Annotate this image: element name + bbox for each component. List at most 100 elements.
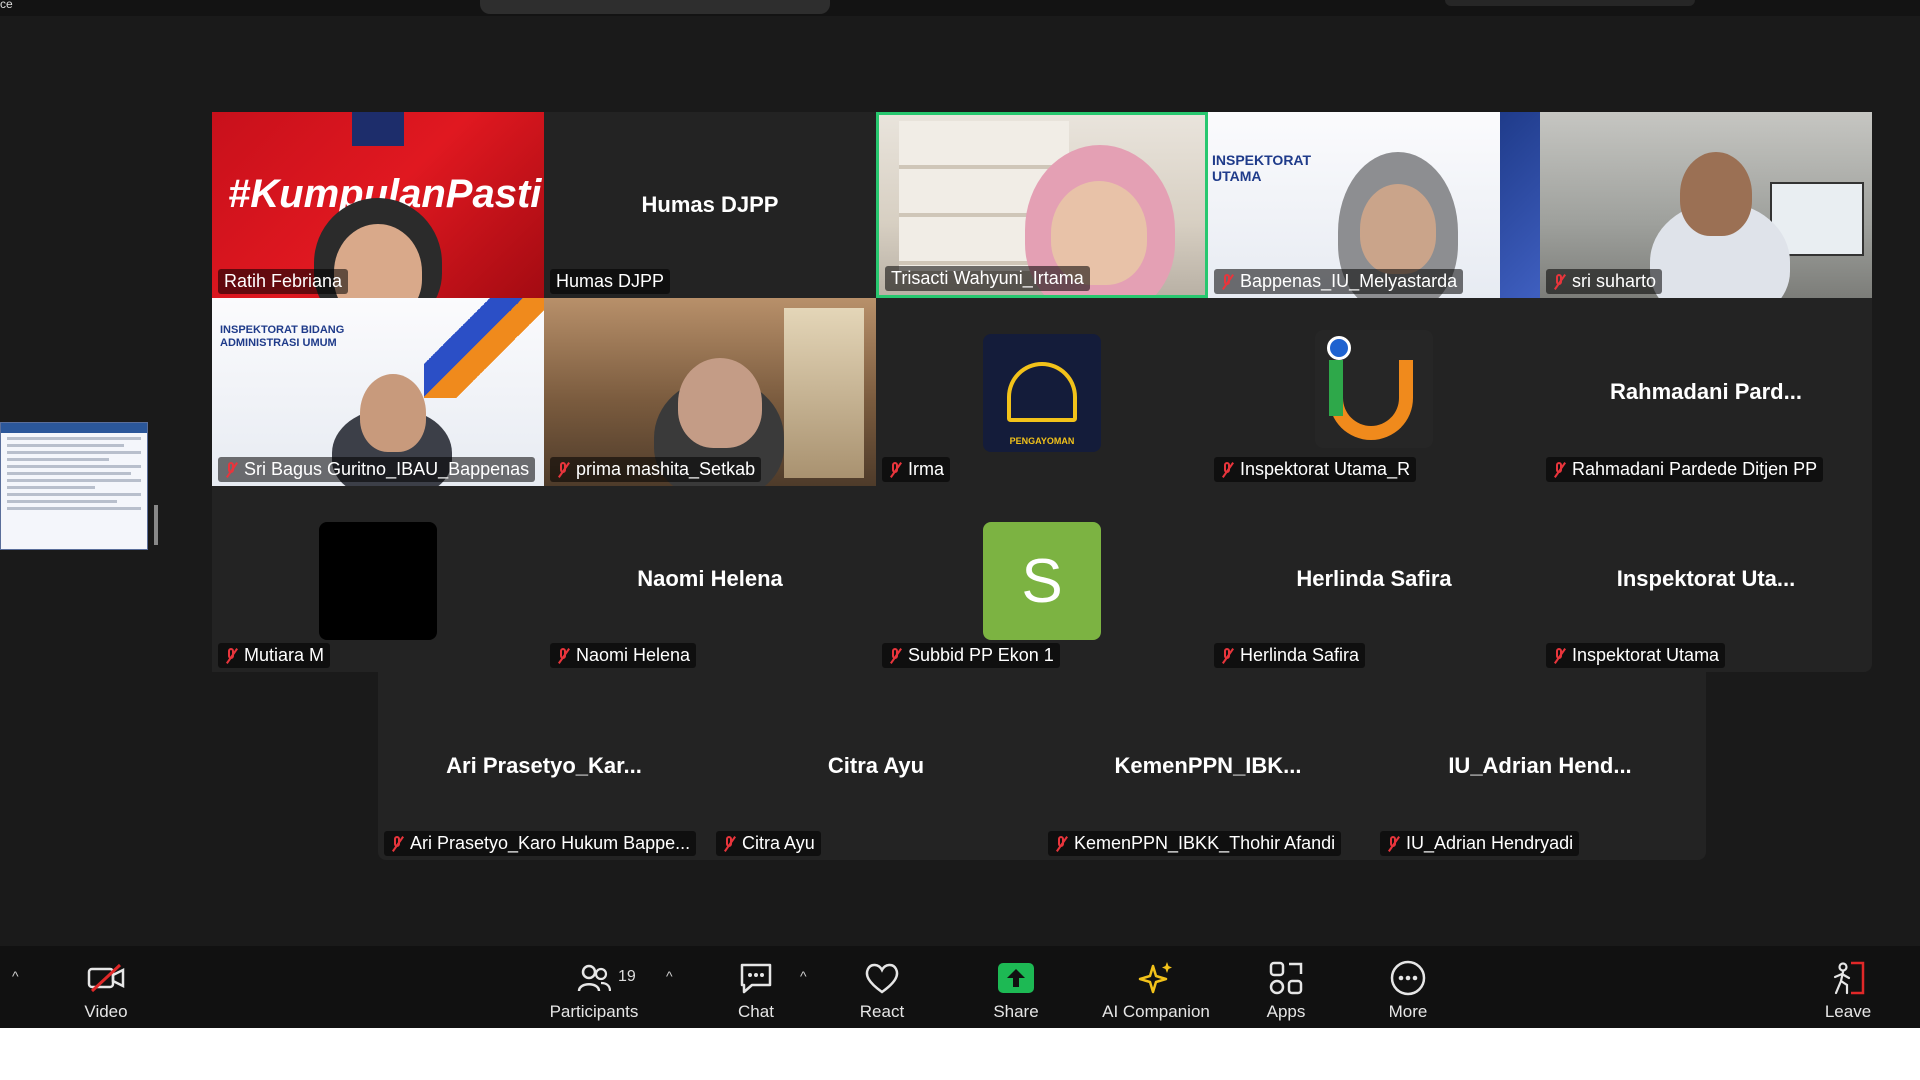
apps-icon: [1268, 958, 1304, 998]
video-tile[interactable]: Inspektorat Utama_R: [1208, 298, 1540, 486]
banner-stripe: [1500, 112, 1540, 298]
video-tile[interactable]: prima mashita_Setkab: [544, 298, 876, 486]
participant-nameplate: Sri Bagus Guritno_IBAU_Bappenas: [218, 457, 536, 482]
letter-avatar: S: [983, 522, 1101, 640]
participant-face: [360, 374, 426, 452]
top-right-pill[interactable]: [1445, 0, 1695, 6]
leave-door-icon: [1829, 958, 1867, 998]
muted-mic-icon: [556, 461, 570, 479]
muted-mic-icon: [1220, 461, 1234, 479]
tile-overlay-text: INSPEKTORAT BIDANG ADMINISTRASI UMUM: [220, 324, 345, 349]
muted-mic-icon: [390, 835, 404, 853]
participant-face: [678, 358, 762, 448]
shared-document-thumbnail[interactable]: [0, 422, 148, 550]
video-tile[interactable]: PENGAYOMAN Irma: [876, 298, 1208, 486]
chat-icon: [738, 958, 774, 998]
meeting-window: ce #KumpulanPasti Ratih Febriana Humas D…: [0, 0, 1920, 1028]
participant-nameplate: Trisacti Wahyuni_Irtama: [885, 266, 1090, 291]
participant-nameplate: prima mashita_Setkab: [550, 457, 762, 482]
video-tile[interactable]: Inspektorat Uta... Inspektorat Utama: [1540, 486, 1872, 672]
video-off-icon: [86, 958, 126, 998]
video-tile[interactable]: KemenPPN_IBK... KemenPPN_IBKK_Thohir Afa…: [1042, 672, 1374, 860]
muted-mic-icon: [1552, 647, 1566, 665]
sparkle-icon: [1137, 958, 1175, 998]
chat-caret-icon[interactable]: ^: [800, 968, 807, 984]
document-toolbar: [1, 423, 147, 433]
participant-center-name: IU_Adrian Hend...: [1448, 753, 1632, 778]
video-tile[interactable]: Herlinda Safira Herlinda Safira: [1208, 486, 1540, 672]
muted-mic-icon: [888, 461, 902, 479]
participant-nameplate: Rahmadani Pardede Ditjen PP: [1546, 457, 1824, 482]
pengayoman-logo-icon: PENGAYOMAN: [983, 334, 1101, 452]
video-tile-active-speaker[interactable]: Trisacti Wahyuni_Irtama: [876, 112, 1208, 298]
video-tile[interactable]: IU_Adrian Hend... IU_Adrian Hendryadi: [1374, 672, 1706, 860]
share-button[interactable]: Share: [986, 946, 1046, 1028]
heart-icon: [863, 958, 901, 998]
video-tile[interactable]: Rahmadani Pard... Rahmadani Pardede Ditj…: [1540, 298, 1872, 486]
blank-avatar: [319, 522, 437, 640]
participant-face: [1360, 184, 1436, 274]
audio-options-caret-icon[interactable]: ^: [12, 968, 19, 984]
video-tile[interactable]: #KumpulanPasti Ratih Febriana: [212, 112, 544, 298]
emblem-shape: [1007, 362, 1077, 422]
ai-companion-button[interactable]: AI Companion: [1096, 946, 1216, 1028]
video-tile[interactable]: Naomi Helena Naomi Helena: [544, 486, 876, 672]
top-center-pill[interactable]: [480, 0, 830, 14]
video-tile[interactable]: INSPEKTORAT UTAMA Bappenas_IU_Melyastard…: [1208, 112, 1540, 298]
participant-nameplate: Subbid PP Ekon 1: [882, 643, 1060, 668]
participant-nameplate: KemenPPN_IBKK_Thohir Afandi: [1048, 831, 1342, 856]
banner-graphic: [424, 298, 544, 398]
apps-button[interactable]: Apps: [1256, 946, 1316, 1028]
more-icon: [1389, 958, 1427, 998]
participant-center-name: Ari Prasetyo_Kar...: [446, 753, 642, 778]
participant-nameplate: Bappenas_IU_Melyastarda: [1214, 269, 1464, 294]
participants-button[interactable]: Participants: [546, 946, 642, 1028]
muted-mic-icon: [1220, 273, 1234, 291]
participant-nameplate: Ari Prasetyo_Karo Hukum Bappe...: [384, 831, 697, 856]
window-title-fragment: ce: [0, 0, 13, 11]
participant-center-name: Herlinda Safira: [1296, 566, 1452, 591]
participant-face: [1680, 152, 1752, 236]
meeting-toolbar: ^ Video Participants 19 ^ Chat ^ React S…: [0, 946, 1920, 1028]
video-tile[interactable]: S Subbid PP Ekon 1: [876, 486, 1208, 672]
leave-button[interactable]: Leave: [1818, 946, 1878, 1028]
video-tile[interactable]: Mutiara M: [212, 486, 544, 672]
iu-logo-icon: [1315, 330, 1433, 448]
chat-button[interactable]: Chat: [726, 946, 786, 1028]
participant-center-name: Naomi Helena: [637, 566, 783, 591]
participant-nameplate: Mutiara M: [218, 643, 331, 668]
video-tile[interactable]: INSPEKTORAT BIDANG ADMINISTRASI UMUM Sri…: [212, 298, 544, 486]
participant-nameplate: Irma: [882, 457, 950, 482]
participant-nameplate: Inspektorat Utama: [1546, 643, 1726, 668]
more-button[interactable]: More: [1378, 946, 1438, 1028]
logo-label: PENGAYOMAN: [1009, 436, 1075, 446]
participant-nameplate: sri suharto: [1546, 269, 1663, 294]
muted-mic-icon: [1386, 835, 1400, 853]
participant-nameplate: IU_Adrian Hendryadi: [1380, 831, 1580, 856]
muted-mic-icon: [224, 461, 238, 479]
tile-overlay-text: INSPEKTORAT UTAMA: [1212, 152, 1312, 184]
participants-caret-icon[interactable]: ^: [666, 968, 673, 984]
participant-center-name: Citra Ayu: [827, 753, 925, 778]
muted-mic-icon: [1552, 273, 1566, 291]
logo-icon: [352, 112, 404, 146]
video-tile[interactable]: Ari Prasetyo_Kar... Ari Prasetyo_Karo Hu…: [378, 672, 710, 860]
top-bar: ce: [0, 0, 1920, 16]
share-screen-icon: [997, 958, 1035, 998]
participant-nameplate: Naomi Helena: [550, 643, 697, 668]
react-button[interactable]: React: [852, 946, 912, 1028]
muted-mic-icon: [1552, 461, 1566, 479]
video-tile[interactable]: Humas DJPP Humas DJPP: [544, 112, 876, 298]
participant-nameplate: Ratih Febriana: [218, 269, 349, 294]
video-button[interactable]: Video: [76, 946, 136, 1028]
muted-mic-icon: [888, 647, 902, 665]
thumbnail-drag-handle[interactable]: [154, 505, 158, 545]
participant-nameplate: Humas DJPP: [550, 269, 671, 294]
muted-mic-icon: [224, 647, 238, 665]
muted-mic-icon: [722, 835, 736, 853]
video-tile[interactable]: Citra Ayu Citra Ayu: [710, 672, 1042, 860]
video-tile[interactable]: sri suharto: [1540, 112, 1872, 298]
participant-center-name: Inspektorat Uta...: [1616, 566, 1796, 591]
participants-icon: [577, 958, 611, 998]
participant-nameplate: Herlinda Safira: [1214, 643, 1366, 668]
